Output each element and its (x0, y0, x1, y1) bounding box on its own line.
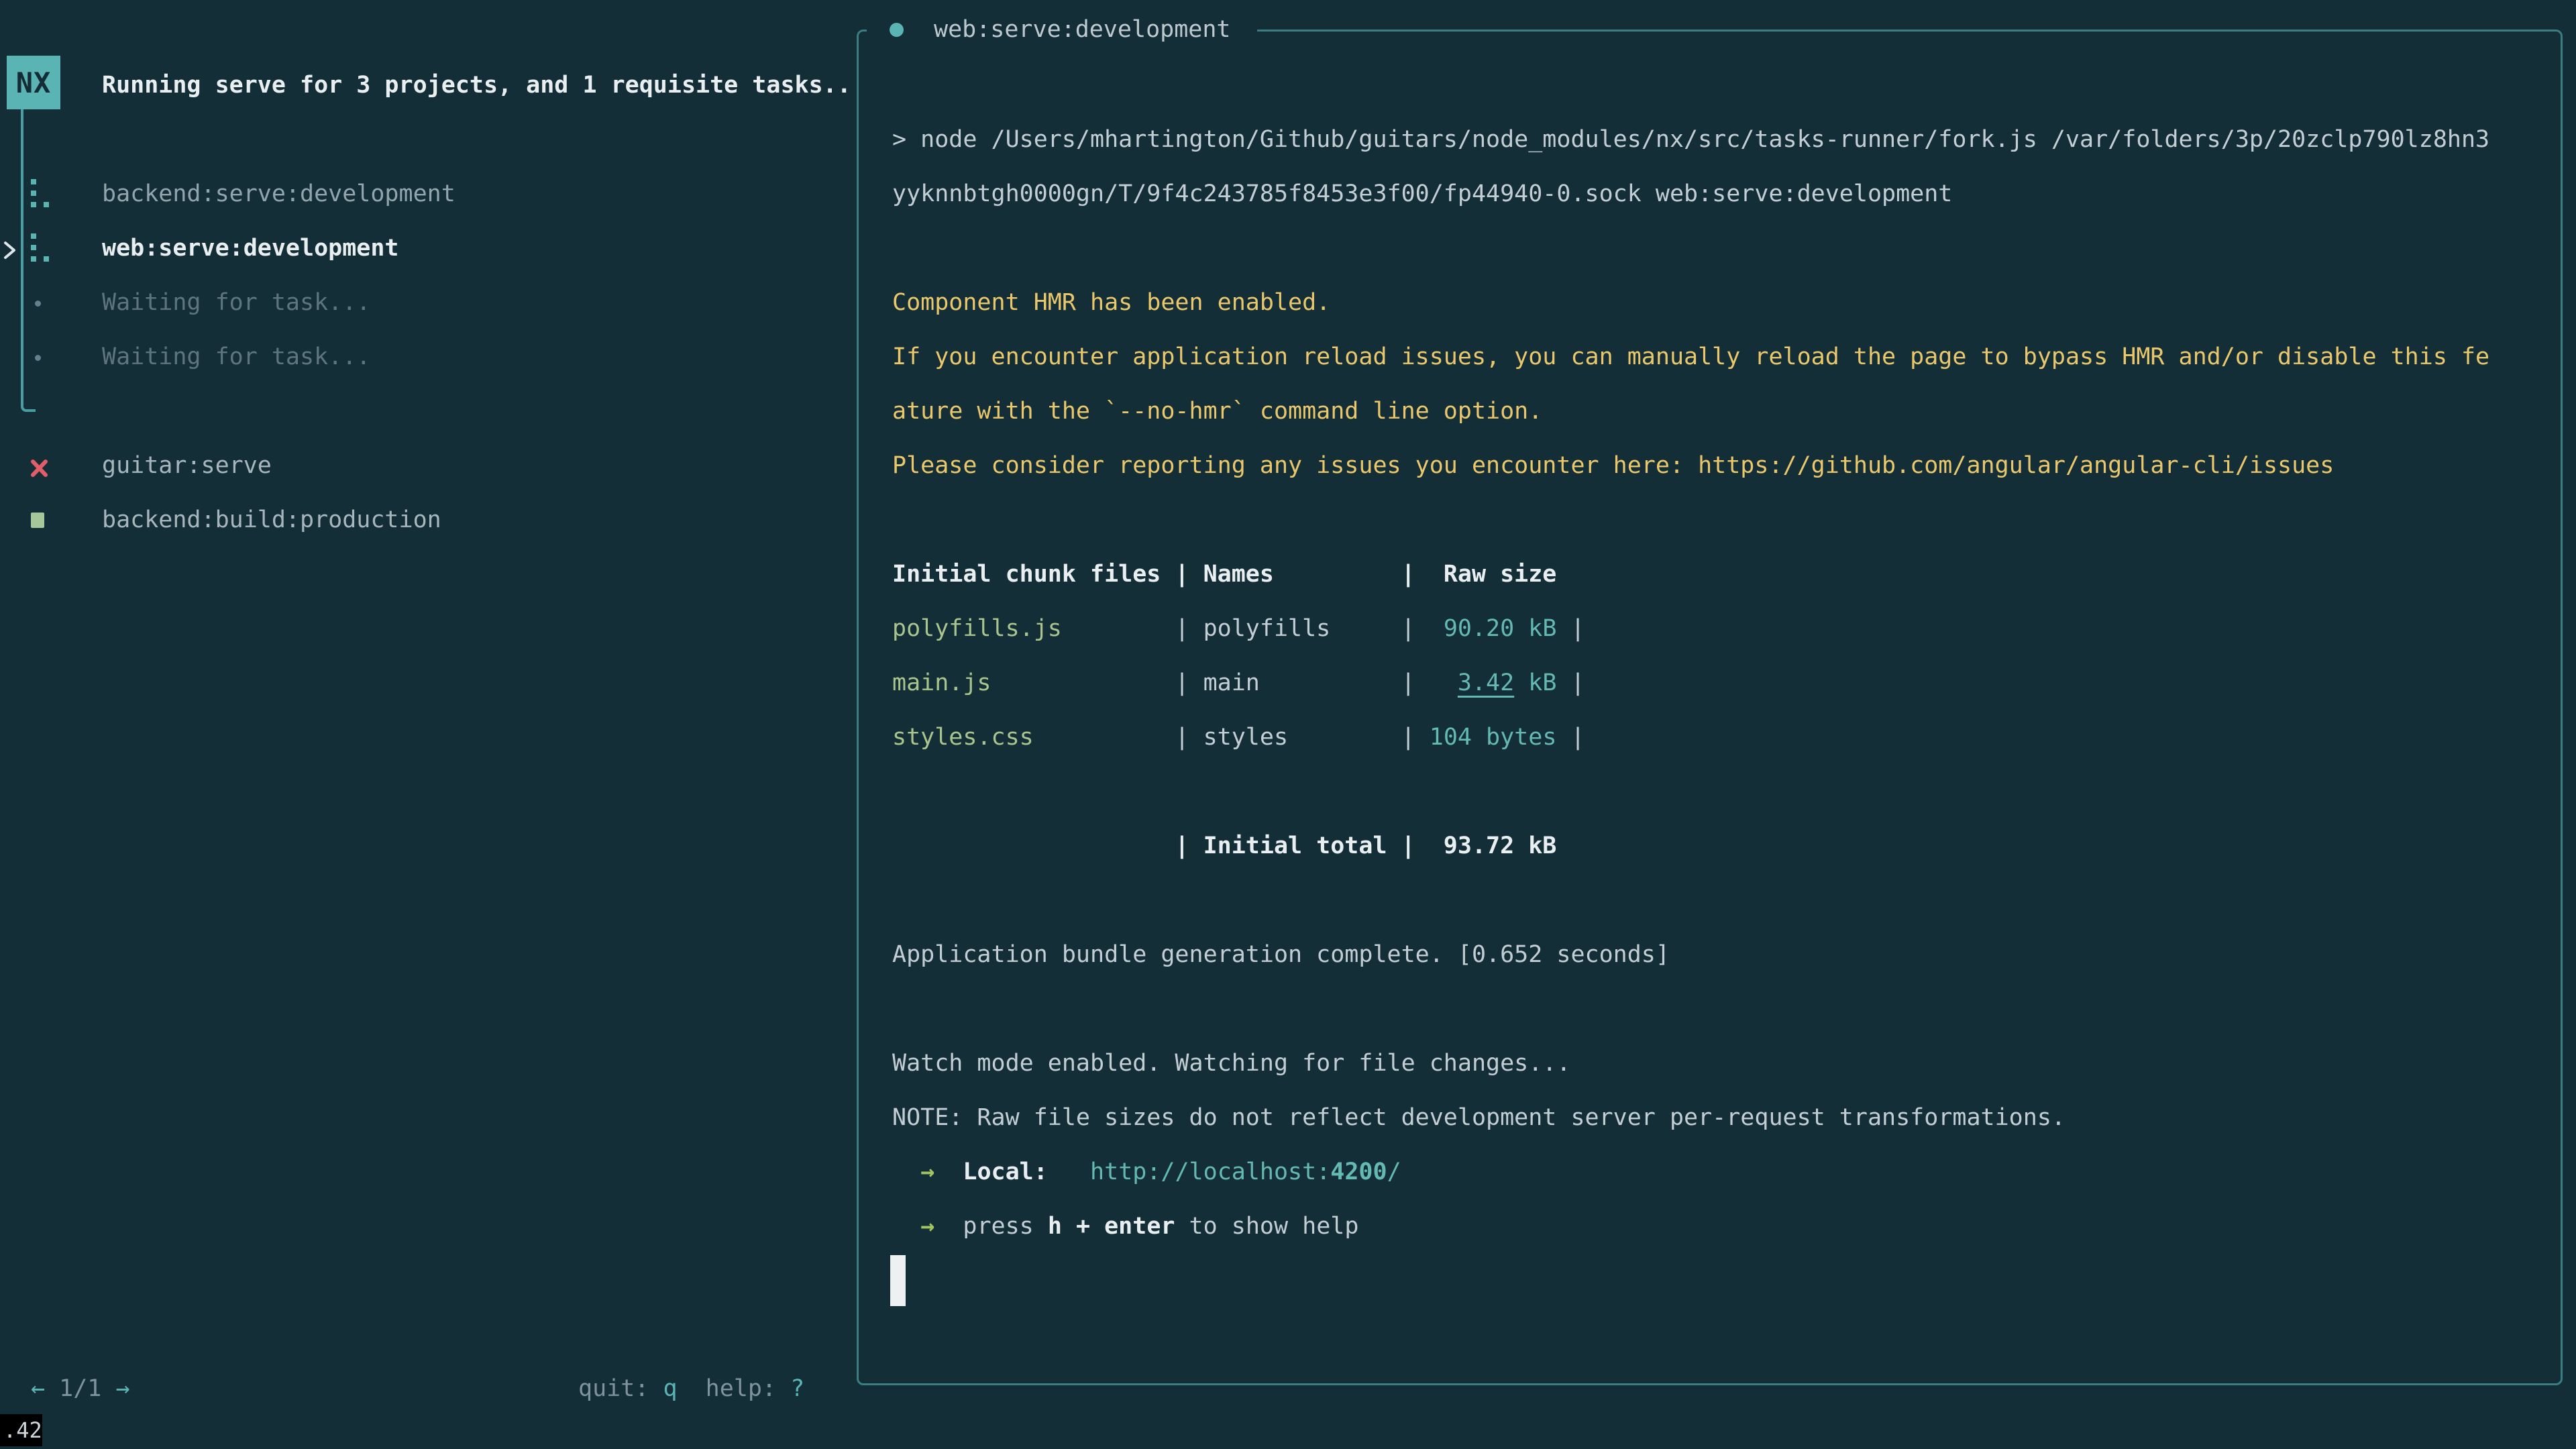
terminal-line: → Local: http://localhost:4200/ (892, 1145, 1401, 1199)
terminal-text-segment: Watch mode enabled. Watching for file ch… (892, 1050, 1570, 1077)
localhost-link[interactable]: http://localhost: (1090, 1159, 1330, 1185)
terminal-text-segment: ature with the `--no-hmr` command line o… (892, 398, 1542, 425)
terminal-text-segment: | (1401, 669, 1415, 696)
task-label: guitar:serve (102, 439, 272, 493)
terminal-text-segment: main.js (892, 669, 1175, 696)
terminal-text-segment: | (1556, 724, 1585, 751)
page-title: Running serve for 3 projects, and 1 requ… (102, 58, 851, 113)
terminal-line: | Initial total | 93.72 kB (892, 819, 1556, 873)
terminal-text-segment: Local: (963, 1159, 1047, 1185)
waiting-dot-icon (35, 355, 41, 361)
spinner-icon (31, 233, 51, 264)
task-row-guitar-serve[interactable]: guitar:serve (0, 439, 845, 493)
terminal-line: Please consider reporting any issues you… (892, 439, 2334, 493)
task-status-dot-icon (890, 23, 904, 37)
terminal-line: main.js | main | 3.42 kB | (892, 656, 1585, 710)
task-row-backend-build-production[interactable]: backend:build:production (0, 493, 845, 547)
terminal-line: Watch mode enabled. Watching for file ch… (892, 1036, 1570, 1091)
terminal-text-segment: → (920, 1213, 934, 1240)
terminal-text-segment: h + enter (1048, 1213, 1175, 1240)
terminal-text-segment: styles.css (892, 724, 1175, 751)
status-bar: ← 1/1 → quit: q help: ? (0, 1362, 852, 1416)
pager-page-indicator: 1/1 (59, 1375, 101, 1402)
terminal-line: Application bundle generation complete. … (892, 928, 1670, 982)
task-label: web:serve:development (102, 221, 399, 276)
terminal-text-segment: to show help (1175, 1213, 1358, 1240)
terminal-text-segment: | (1401, 615, 1415, 642)
localhost-link[interactable]: 4200 (1330, 1159, 1387, 1185)
terminal-line: yyknnbtgh0000gn/T/9f4c243785f8453e3f00/f… (892, 167, 1952, 221)
waiting-dot-icon (35, 301, 41, 307)
spinner-icon (31, 179, 51, 210)
terminal-text-segment (1048, 1159, 1090, 1185)
hotkey-hints: quit: q help: ? (578, 1362, 804, 1416)
quit-label: quit: (578, 1375, 649, 1402)
terminal-text-segment: polyfills.js (892, 615, 1175, 642)
terminal-text-segment (1415, 669, 1458, 696)
terminal-text-segment: NOTE: Raw file sizes do not reflect deve… (892, 1104, 2065, 1131)
success-square-icon (31, 513, 44, 528)
terminal-text-segment: Initial chunk files | Names | Raw size (892, 561, 1556, 588)
terminal-text-segment: | (1401, 724, 1415, 751)
terminal-text-segment: | (1175, 669, 1203, 696)
panel-title: web:serve:development (934, 3, 1231, 57)
task-row-waiting-for-task-[interactable]: Waiting for task... (0, 276, 845, 330)
terminal-text-segment: If you encounter application reload issu… (892, 343, 2489, 370)
task-label: backend:build:production (102, 493, 441, 547)
terminal-text-segment: polyfills (1203, 615, 1401, 642)
help-key: ? (790, 1375, 804, 1402)
nx-logo-badge: NX (7, 56, 60, 109)
task-label: backend:serve:development (102, 167, 455, 221)
terminal-text-segment (892, 1213, 920, 1240)
quit-key: q (663, 1375, 677, 1402)
nx-terminal-screen: NX Running serve for 3 projects, and 1 r… (0, 0, 2576, 1449)
terminal-text-segment (934, 1213, 963, 1240)
terminal-text-segment: 90.20 kB (1415, 615, 1557, 642)
terminal-text-segment: > node /Users/mhartington/Github/guitars… (892, 126, 2489, 153)
terminal-line: styles.css | styles | 104 bytes | (892, 710, 1585, 765)
task-label: Waiting for task... (102, 330, 370, 384)
terminal-cursor (890, 1255, 906, 1306)
terminal-text-segment: | (1175, 724, 1203, 751)
terminal-line: Initial chunk files | Names | Raw size (892, 547, 1556, 602)
terminal-text-segment: main (1203, 669, 1401, 696)
terminal-text-segment: Component HMR has been enabled. (892, 289, 1330, 316)
pager-prev-icon[interactable]: ← (31, 1375, 45, 1402)
terminal-text-segment: | (1175, 615, 1203, 642)
task-row-web-serve-development[interactable]: web:serve:development (0, 221, 845, 276)
terminal-text-segment: kB (1514, 669, 1556, 696)
pager-next-icon[interactable]: → (115, 1375, 129, 1402)
terminal-text-segment: | Initial total | 93.72 kB (892, 833, 1556, 859)
terminal-line: polyfills.js | polyfills | 90.20 kB | (892, 602, 1585, 656)
help-label: help: (706, 1375, 776, 1402)
terminal-text-segment: yyknnbtgh0000gn/T/9f4c243785f8453e3f00/f… (892, 180, 1952, 207)
terminal-line: ature with the `--no-hmr` command line o… (892, 384, 1542, 439)
terminal-line: Component HMR has been enabled. (892, 276, 1330, 330)
task-label: Waiting for task... (102, 276, 370, 330)
terminal-text-segment: press (963, 1213, 1047, 1240)
terminal-text-segment: 3.42 (1458, 669, 1514, 696)
terminal-text-segment: | (1556, 615, 1585, 642)
terminal-text-segment (934, 1159, 963, 1185)
terminal-text-segment: Application bundle generation complete. … (892, 941, 1670, 968)
terminal-text-segment: styles (1203, 724, 1401, 751)
terminal-line: → press h + enter to show help (892, 1199, 1358, 1254)
selected-caret-icon (1, 239, 19, 266)
terminal-line: If you encounter application reload issu… (892, 330, 2489, 384)
terminal-text-segment: | (1556, 669, 1585, 696)
terminal-line: > node /Users/mhartington/Github/guitars… (892, 113, 2489, 167)
terminal-text-segment: Please consider reporting any issues you… (892, 452, 2334, 479)
terminal-text-segment (892, 1159, 920, 1185)
task-row-waiting-for-task-[interactable]: Waiting for task... (0, 330, 845, 384)
localhost-link[interactable]: / (1387, 1159, 1401, 1185)
task-row-backend-serve-development[interactable]: backend:serve:development (0, 167, 845, 221)
terminal-text-segment: → (920, 1159, 934, 1185)
terminal-line: NOTE: Raw file sizes do not reflect deve… (892, 1091, 2065, 1145)
error-x-icon (30, 457, 48, 484)
pager: ← 1/1 → (31, 1362, 130, 1416)
terminal-text-segment: 104 bytes (1415, 724, 1557, 751)
screen-corner-overlay: .42 (0, 1414, 42, 1446)
